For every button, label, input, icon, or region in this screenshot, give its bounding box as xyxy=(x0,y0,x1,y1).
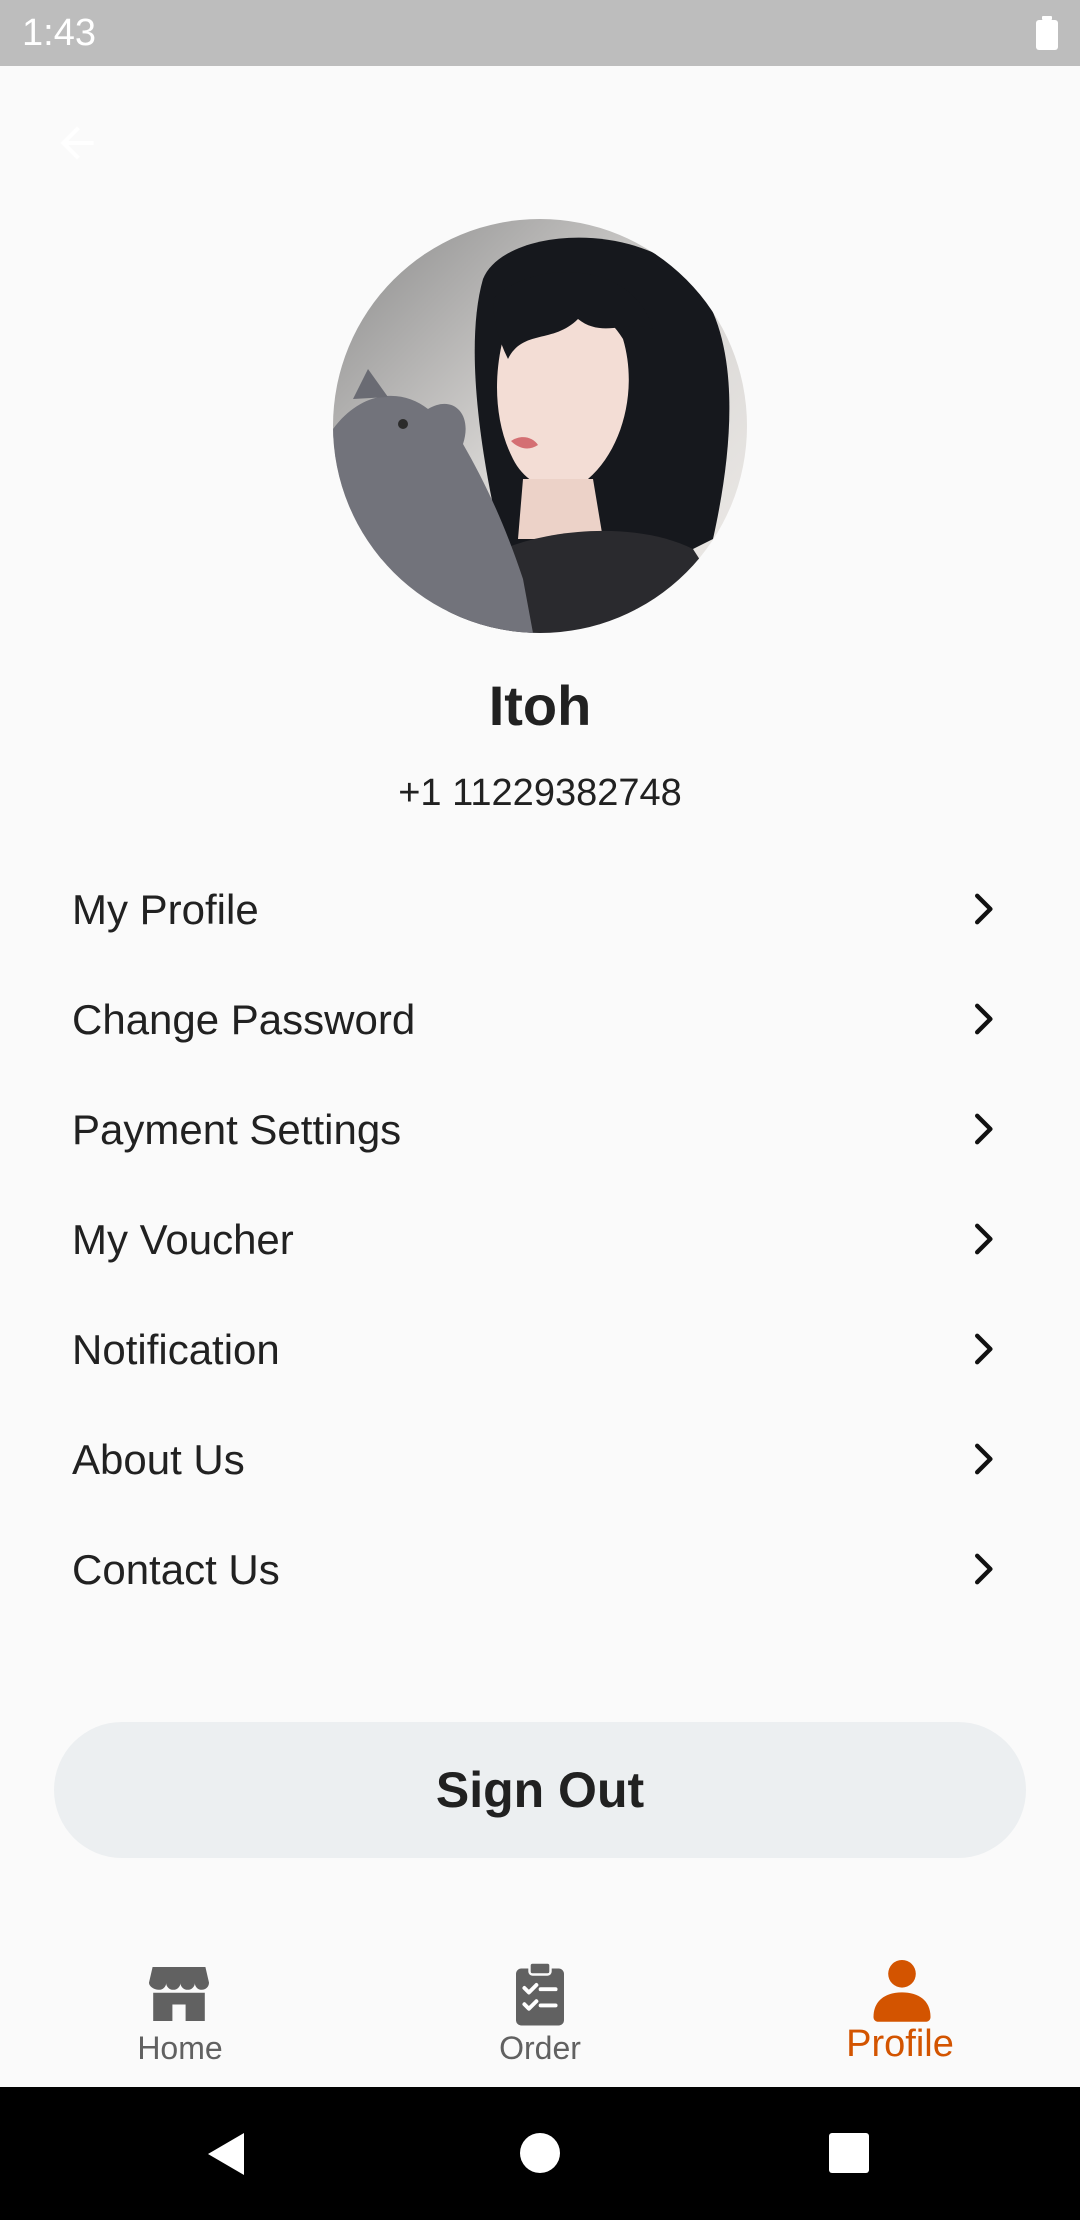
profile-menu: My Profile Change Password Payment Setti… xyxy=(0,855,1080,1625)
sign-out-button[interactable]: Sign Out xyxy=(54,1722,1026,1858)
menu-item-payment-settings[interactable]: Payment Settings xyxy=(0,1075,1080,1185)
sign-out-label: Sign Out xyxy=(435,1762,645,1818)
user-name: Itoh xyxy=(488,674,592,737)
tab-order-label: Order xyxy=(499,2030,581,2066)
chevron-right-icon xyxy=(975,1553,993,1585)
avatar xyxy=(333,219,747,633)
chevron-right-icon xyxy=(975,1223,993,1255)
chevron-right-icon xyxy=(975,1003,993,1035)
arrow-left-icon xyxy=(60,126,94,160)
menu-item-label: Notification xyxy=(72,1326,280,1373)
system-nav-bar xyxy=(0,2087,1080,2220)
tab-home-label: Home xyxy=(137,2030,223,2066)
chevron-right-icon xyxy=(975,1113,993,1145)
menu-item-label: My Profile xyxy=(72,886,259,933)
tab-home[interactable]: Home xyxy=(0,1940,360,2087)
clipboard-check-icon xyxy=(516,1961,564,2026)
back-triangle-icon[interactable] xyxy=(204,2129,248,2179)
home-circle-icon[interactable] xyxy=(519,2132,561,2174)
menu-item-label: Change Password xyxy=(72,996,416,1043)
menu-item-label: Payment Settings xyxy=(72,1106,402,1153)
back-button[interactable] xyxy=(40,106,114,180)
chevron-right-icon xyxy=(975,1333,993,1365)
menu-item-label: About Us xyxy=(72,1436,245,1483)
status-time: 1:43 xyxy=(22,12,96,54)
user-phone: +1 11229382748 xyxy=(398,772,682,814)
menu-item-change-password[interactable]: Change Password xyxy=(0,965,1080,1075)
tab-profile-label: Profile xyxy=(846,2023,954,2065)
person-icon xyxy=(873,1960,931,2022)
recents-square-icon[interactable] xyxy=(828,2132,870,2174)
menu-item-my-voucher[interactable]: My Voucher xyxy=(0,1185,1080,1295)
bottom-nav: Home Order Profile xyxy=(0,1940,1080,2087)
tab-order[interactable]: Order xyxy=(360,1940,720,2087)
menu-item-label: My Voucher xyxy=(72,1216,294,1263)
menu-item-label: Contact Us xyxy=(72,1546,280,1593)
battery-icon xyxy=(1036,16,1058,50)
store-icon xyxy=(149,1967,209,2021)
menu-item-contact-us[interactable]: Contact Us xyxy=(0,1515,1080,1625)
status-bar: 1:43 xyxy=(0,0,1080,66)
chevron-right-icon xyxy=(975,1443,993,1475)
menu-item-notification[interactable]: Notification xyxy=(0,1295,1080,1405)
chevron-right-icon xyxy=(975,893,993,925)
menu-item-about-us[interactable]: About Us xyxy=(0,1405,1080,1515)
menu-item-my-profile[interactable]: My Profile xyxy=(0,855,1080,965)
tab-profile[interactable]: Profile xyxy=(720,1940,1080,2087)
